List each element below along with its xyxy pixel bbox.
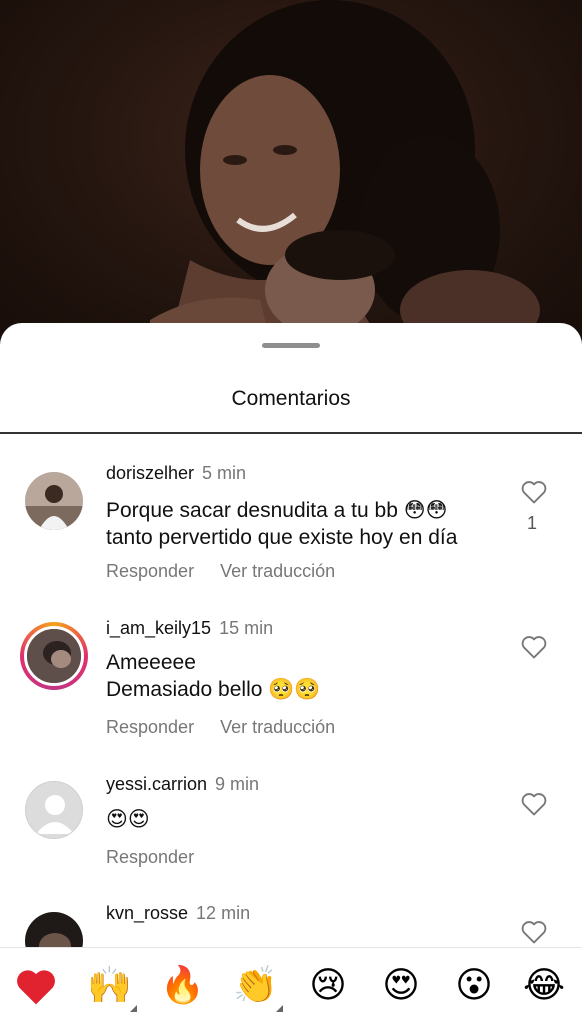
avatar[interactable] xyxy=(25,912,83,947)
comment-username[interactable]: yessi.carrion xyxy=(106,774,207,794)
comment-time: 15 min xyxy=(219,618,274,638)
comment-username[interactable]: kvn_rosse xyxy=(106,903,188,923)
comment-time: 12 min xyxy=(196,903,251,923)
heart-outline-icon[interactable] xyxy=(520,479,548,505)
avatar[interactable] xyxy=(25,472,83,530)
heart-outline-icon[interactable] xyxy=(520,919,548,945)
heart-eyes-reaction-icon[interactable]: 😍 xyxy=(379,964,423,1008)
reply-button[interactable]: Responder xyxy=(106,561,194,581)
comment-time: 5 min xyxy=(202,463,247,483)
drag-handle[interactable] xyxy=(262,343,320,348)
comments-sheet: Comentarios doriszelher 5 min Porque saca… xyxy=(0,323,582,1024)
comment-time: 9 min xyxy=(215,774,260,794)
raising-hands-reaction-icon[interactable]: 🙌 xyxy=(87,964,137,1012)
background-photo xyxy=(0,0,582,340)
avatar-story-ring[interactable] xyxy=(20,622,88,690)
avatar-default[interactable] xyxy=(25,781,83,839)
comment-username[interactable]: i_am_keily15 xyxy=(106,618,211,638)
surprised-face-reaction-icon[interactable]: 😮 xyxy=(452,964,496,1008)
clapping-hands-reaction-icon[interactable]: 👏 xyxy=(233,964,283,1012)
heart-reaction-icon[interactable] xyxy=(14,964,58,1008)
comment-text: 😍😍 xyxy=(106,808,150,831)
comment-text: Ameeeee Demasiado bello 🥺🥺 xyxy=(106,651,321,701)
heart-outline-icon[interactable] xyxy=(520,791,548,817)
heart-outline-icon[interactable] xyxy=(520,634,548,660)
divider xyxy=(0,432,582,434)
comment-username[interactable]: doriszelher xyxy=(106,463,194,483)
comment-text: Porque sacar desnudita a tu bb 😳😳 tanto … xyxy=(106,499,458,549)
comment-list[interactable]: doriszelher 5 min Porque sacar desnudita … xyxy=(0,435,582,947)
reply-button[interactable]: Responder xyxy=(106,847,194,867)
laughing-face-reaction-icon[interactable]: 😂 xyxy=(522,964,566,1008)
sheet-title: Comentarios xyxy=(231,387,351,410)
fire-reaction-icon[interactable]: 🔥 xyxy=(160,964,205,1008)
see-translation-button[interactable]: Ver traducción xyxy=(220,717,335,737)
see-translation-button[interactable]: Ver traducción xyxy=(220,561,335,581)
like-count: 1 xyxy=(527,513,538,533)
crying-face-reaction-icon[interactable]: 😢 xyxy=(306,964,350,1008)
reply-button[interactable]: Responder xyxy=(106,717,194,737)
quick-reactions-bar: 🙌 🔥 👏 😢 😍 😮 😂 xyxy=(0,947,582,1024)
